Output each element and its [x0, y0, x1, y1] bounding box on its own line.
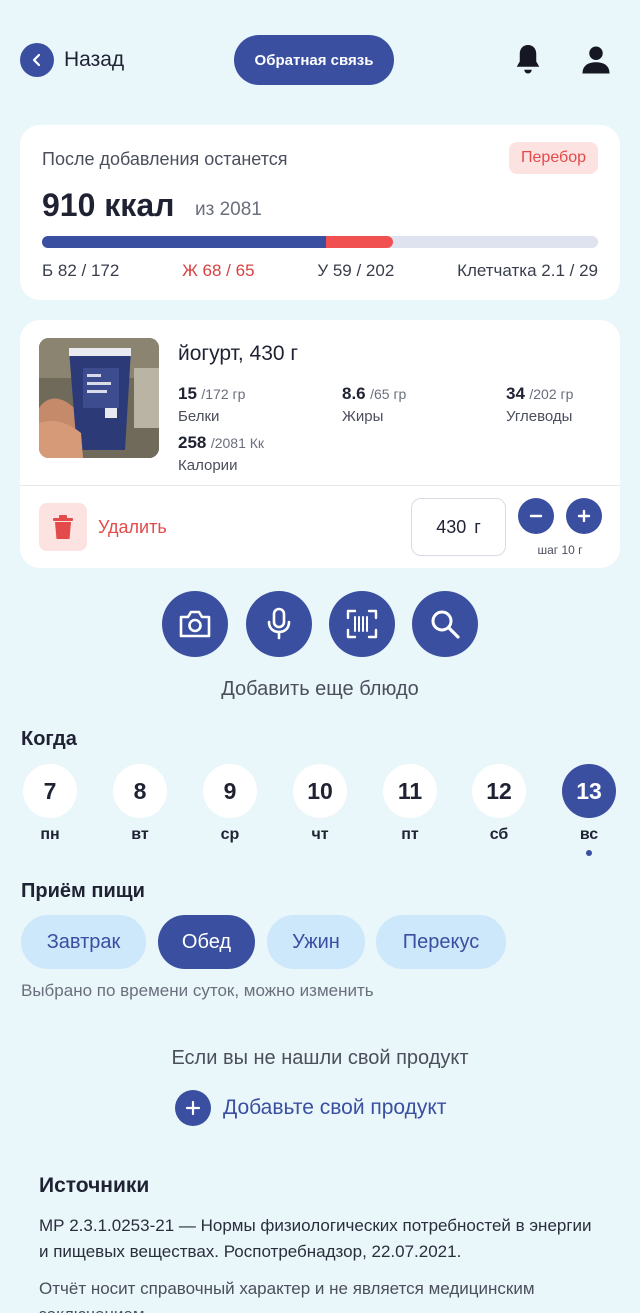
sources-title: Источники	[39, 1174, 150, 1197]
voice-button[interactable]	[246, 591, 312, 657]
step-note: шаг 10 г	[537, 543, 583, 557]
camera-button[interactable]	[162, 591, 228, 657]
day-number: 12	[472, 764, 526, 818]
day-number: 10	[293, 764, 347, 818]
progress-over	[326, 236, 393, 248]
fiber-summary: Клетчатка 2.1 / 29	[457, 261, 598, 280]
delete-button[interactable]	[39, 503, 87, 551]
protein-summary: Б 82 / 172	[42, 261, 120, 280]
meal-option[interactable]: Обед	[158, 915, 255, 969]
meal-option[interactable]: Завтрак	[21, 915, 146, 969]
plus-icon	[577, 509, 591, 523]
product-photo	[39, 338, 159, 458]
remaining-calories: 910 ккал	[42, 187, 175, 223]
fat-total: /65 гр	[370, 386, 407, 402]
not-found-text: Если вы не нашли свой продукт	[171, 1047, 469, 1069]
add-own-product-button[interactable]: Добавьте свой продукт	[175, 1090, 446, 1126]
search-button[interactable]	[412, 591, 478, 657]
back-button[interactable]: Назад	[20, 43, 124, 77]
divider	[20, 485, 620, 486]
bell-icon[interactable]	[510, 42, 546, 83]
protein-label: Белки	[178, 408, 220, 425]
day-number: 8	[113, 764, 167, 818]
meal-hint: Выбрано по времени суток, можно изменить	[21, 981, 374, 1000]
meal-option[interactable]: Ужин	[267, 915, 365, 969]
fat-summary: Ж 68 / 65	[182, 261, 255, 280]
day-7[interactable]: 7 пн	[23, 764, 77, 844]
day-11[interactable]: 11 пт	[383, 764, 437, 844]
add-own-product-label: Добавьте свой продукт	[223, 1096, 447, 1119]
delete-label[interactable]: Удалить	[98, 517, 167, 538]
fat-stat: 8.6 /65 гр Жиры	[342, 384, 406, 425]
calories-label: Калории	[178, 457, 238, 474]
meal-title: Приём пищи	[21, 880, 145, 902]
carbs-total: /202 гр	[529, 386, 574, 402]
protein-value: 15	[178, 384, 197, 403]
decrease-button[interactable]	[518, 498, 554, 534]
top-bar: Назад Обратная связь	[0, 0, 640, 120]
day-10[interactable]: 10 чт	[293, 764, 347, 844]
search-icon	[431, 610, 460, 639]
day-weekday: вт	[131, 826, 149, 843]
barcode-scan-button[interactable]	[329, 591, 395, 657]
product-name: йогурт, 430 г	[178, 342, 299, 365]
quantity-value: 430	[436, 516, 467, 537]
quantity-unit: г	[474, 516, 481, 537]
calorie-summary-card: После добавления останется Перебор 910 к…	[20, 125, 620, 300]
summary-caption: После добавления останется	[42, 149, 288, 169]
camera-icon	[179, 610, 211, 638]
trash-icon	[53, 515, 73, 539]
day-weekday: пт	[401, 826, 419, 843]
fat-label: Жиры	[342, 408, 384, 425]
calories-total: /2081 Кк	[210, 435, 265, 451]
macro-summary: Б 82 / 172 Ж 68 / 65 У 59 / 202 Клетчатк…	[42, 261, 598, 281]
status-badge: Перебор	[509, 142, 598, 174]
protein-stat: 15 /172 гр Белки	[178, 384, 245, 425]
day-12[interactable]: 12 сб	[472, 764, 526, 844]
carbs-label: Углеводы	[506, 408, 573, 425]
when-title: Когда	[21, 728, 77, 750]
barcode-icon	[346, 609, 378, 639]
progress-consumed	[42, 236, 326, 248]
calories-stat: 258 /2081 Кк Калории	[178, 433, 264, 474]
back-label: Назад	[64, 48, 125, 71]
calorie-total: из 2081	[195, 199, 262, 220]
protein-total: /172 гр	[201, 386, 246, 402]
meal-option[interactable]: Перекус	[376, 915, 506, 969]
day-weekday: ср	[220, 826, 240, 843]
day-13[interactable]: 13 вс	[562, 764, 616, 856]
day-weekday: пн	[40, 826, 60, 843]
day-8[interactable]: 8 вт	[113, 764, 167, 844]
calories-value: 258	[178, 433, 207, 452]
carbs-value: 34	[506, 384, 525, 403]
profile-icon[interactable]	[578, 42, 614, 83]
feedback-button[interactable]: Обратная связь	[234, 35, 394, 85]
product-card: йогурт, 430 г 15 /172 гр Белки 8.6 /65 г…	[20, 320, 620, 568]
day-weekday: чт	[311, 826, 329, 843]
day-number: 9	[203, 764, 257, 818]
minus-icon	[529, 514, 543, 518]
microphone-icon	[267, 607, 291, 640]
day-number: 13	[562, 764, 616, 818]
disclaimer: Отчёт носит справочный характер и не явл…	[39, 1279, 535, 1313]
quantity-input[interactable]: 430 г	[411, 498, 506, 556]
selected-day-dot	[586, 850, 592, 856]
plus-icon	[175, 1090, 211, 1126]
sources-text: МР 2.3.1.0253-21 — Нормы физиологических…	[39, 1216, 592, 1261]
day-number: 7	[23, 764, 77, 818]
chevron-left-icon	[20, 43, 54, 77]
increase-button[interactable]	[566, 498, 602, 534]
carbs-stat: 34 /202 гр Углеводы	[506, 384, 573, 425]
day-weekday: вс	[579, 826, 599, 843]
day-9[interactable]: 9 ср	[203, 764, 257, 844]
fat-value: 8.6	[342, 384, 366, 403]
day-weekday: сб	[489, 826, 509, 843]
carbs-summary: У 59 / 202	[317, 261, 395, 280]
day-number: 11	[383, 764, 437, 818]
calorie-progress-bar	[42, 236, 598, 248]
add-more-label: Добавить еще блюдо	[221, 678, 419, 700]
